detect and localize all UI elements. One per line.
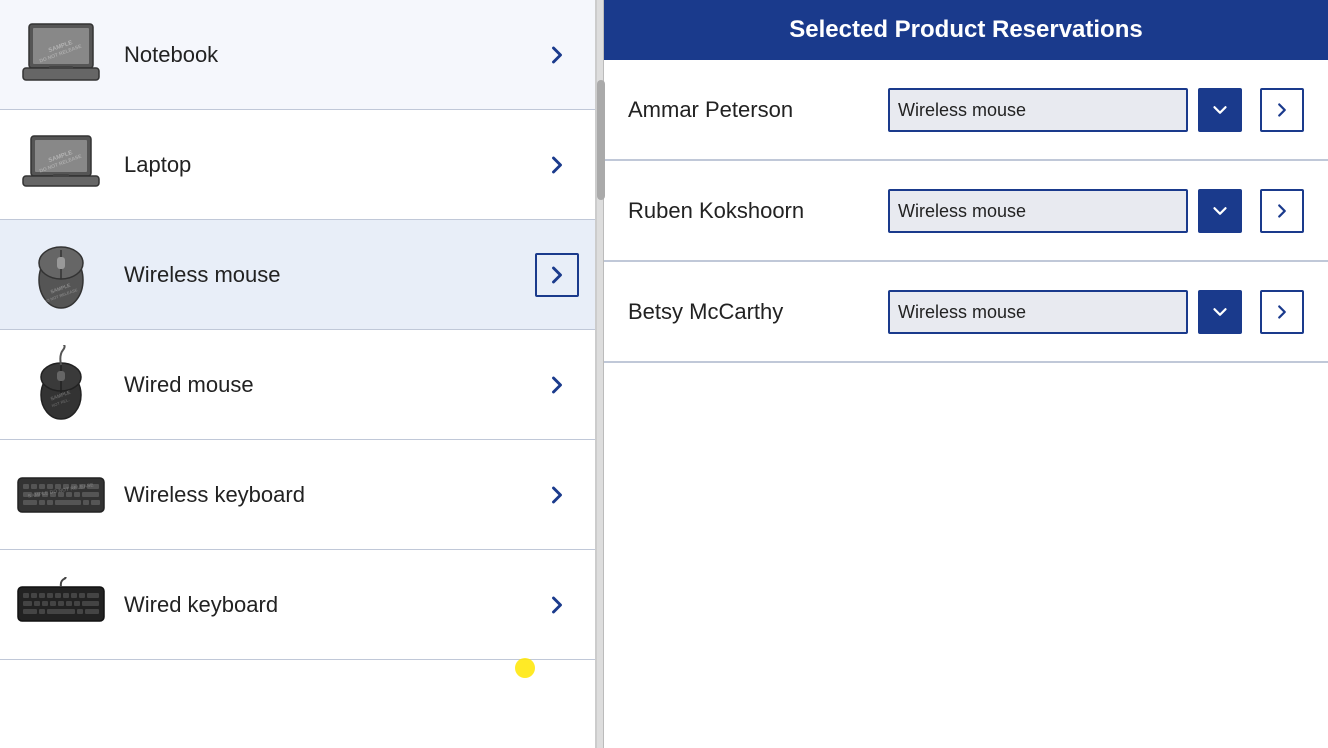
scrollbar[interactable]: [597, 0, 604, 748]
product-item-wireless-keyboard[interactable]: SAMPLE DO NOT RELEASE Wireless keyboard: [0, 440, 595, 550]
product-label-wireless-mouse: Wireless mouse: [124, 262, 535, 288]
nav-arrow-ruben[interactable]: [1260, 189, 1304, 233]
product-image-wired-keyboard: [16, 565, 106, 645]
product-item-wired-keyboard[interactable]: Wired keyboard: [0, 550, 595, 660]
dropdown-arrow-betsy[interactable]: [1198, 290, 1242, 334]
chevron-wireless-keyboard: [535, 473, 579, 517]
panel-header: Selected Product Reservations: [604, 0, 1328, 60]
chevron-laptop: [535, 143, 579, 187]
product-item-notebook[interactable]: SAMPLE DO NOT RELEASE Notebook: [0, 0, 595, 110]
reservation-row-ruben: Ruben Kokshoorn Notebook Laptop Wireless…: [604, 161, 1328, 261]
product-item-wired-mouse[interactable]: SAMPLE NOT REL. Wired mouse: [0, 330, 595, 440]
product-list: SAMPLE DO NOT RELEASE Notebook SAMPLE DO…: [0, 0, 597, 748]
person-name-ammar: Ammar Peterson: [628, 97, 888, 123]
product-item-laptop[interactable]: SAMPLE DO NOT RELEASE Laptop: [0, 110, 595, 220]
empty-space: [604, 363, 1328, 748]
scrollbar-thumb[interactable]: [597, 80, 605, 200]
reservation-row-ammar: Ammar Peterson Notebook Laptop Wireless …: [604, 60, 1328, 160]
product-image-notebook: SAMPLE DO NOT RELEASE: [16, 15, 106, 95]
chevron-notebook: [535, 33, 579, 77]
dropdown-wrapper-betsy: Notebook Laptop Wireless mouse Wired mou…: [888, 290, 1304, 334]
product-label-wired-mouse: Wired mouse: [124, 372, 535, 398]
reservation-row-betsy: Betsy McCarthy Notebook Laptop Wireless …: [604, 262, 1328, 362]
nav-arrow-betsy[interactable]: [1260, 290, 1304, 334]
panel-title: Selected Product Reservations: [789, 16, 1142, 43]
product-image-wired-mouse: SAMPLE NOT REL.: [16, 345, 106, 425]
product-image-wireless-mouse: SAMPLE DO NOT RELEASE: [16, 235, 106, 315]
product-image-laptop: SAMPLE DO NOT RELEASE: [16, 125, 106, 205]
chevron-wired-mouse: [535, 363, 579, 407]
product-select-ruben[interactable]: Notebook Laptop Wireless mouse Wired mou…: [888, 189, 1188, 233]
dropdown-arrow-ruben[interactable]: [1198, 189, 1242, 233]
product-label-notebook: Notebook: [124, 42, 535, 68]
dropdown-arrow-ammar[interactable]: [1198, 88, 1242, 132]
right-panel: Selected Product Reservations Ammar Pete…: [604, 0, 1328, 748]
product-select-betsy[interactable]: Notebook Laptop Wireless mouse Wired mou…: [888, 290, 1188, 334]
product-label-wireless-keyboard: Wireless keyboard: [124, 482, 535, 508]
chevron-wired-keyboard: [535, 583, 579, 627]
chevron-wireless-mouse[interactable]: [535, 253, 579, 297]
person-name-ruben: Ruben Kokshoorn: [628, 198, 888, 224]
product-image-wireless-keyboard: SAMPLE DO NOT RELEASE: [16, 455, 106, 535]
product-item-wireless-mouse[interactable]: SAMPLE DO NOT RELEASE Wireless mouse: [0, 220, 595, 330]
product-select-ammar[interactable]: Notebook Laptop Wireless mouse Wired mou…: [888, 88, 1188, 132]
nav-arrow-ammar[interactable]: [1260, 88, 1304, 132]
dropdown-wrapper-ruben: Notebook Laptop Wireless mouse Wired mou…: [888, 189, 1304, 233]
person-name-betsy: Betsy McCarthy: [628, 299, 888, 325]
product-label-wired-keyboard: Wired keyboard: [124, 592, 535, 618]
product-label-laptop: Laptop: [124, 152, 535, 178]
dropdown-wrapper-ammar: Notebook Laptop Wireless mouse Wired mou…: [888, 88, 1304, 132]
